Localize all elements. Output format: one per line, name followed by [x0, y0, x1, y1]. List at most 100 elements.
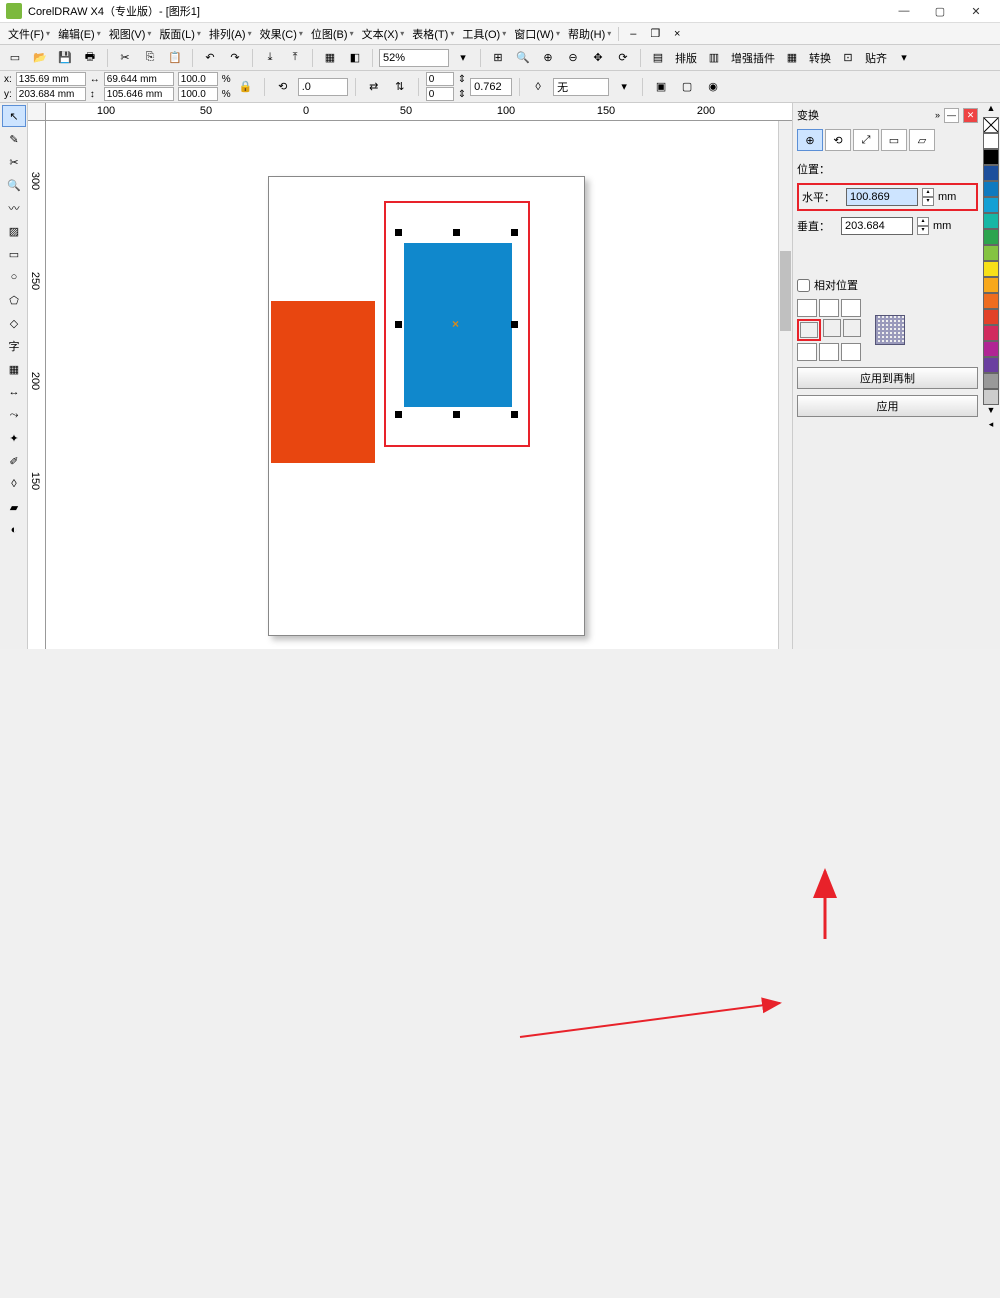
swatch-10[interactable] — [983, 293, 999, 309]
to-back-icon[interactable]: ▢ — [676, 76, 698, 98]
convert-curve-icon[interactable]: ◉ — [702, 76, 724, 98]
snap-icon[interactable]: ⊞ — [487, 47, 509, 69]
swatch-14[interactable] — [983, 357, 999, 373]
v-spin-down[interactable]: ▾ — [917, 226, 929, 235]
swatch-2[interactable] — [983, 165, 999, 181]
menu-file[interactable]: 文件(F)▾ — [4, 24, 54, 44]
cut-icon[interactable]: ✂ — [114, 47, 136, 69]
dimension-tool-icon[interactable]: ↔ — [2, 381, 26, 403]
palette-up-icon[interactable]: ▲ — [982, 103, 1000, 117]
align-icon[interactable]: ⊡ — [837, 47, 859, 69]
anchor-tc[interactable] — [819, 299, 839, 317]
undo-icon[interactable]: ↶ — [199, 47, 221, 69]
smart-fill-icon[interactable]: ▨ — [2, 220, 26, 242]
convert-icon[interactable]: ▦ — [781, 47, 803, 69]
pick-tool-icon[interactable]: ↖ — [2, 105, 26, 127]
dock-expand-icon[interactable]: » — [935, 110, 940, 120]
handle-w[interactable] — [395, 321, 402, 328]
anchor-tr[interactable] — [841, 299, 861, 317]
y-input[interactable] — [16, 87, 86, 101]
btn-paiban[interactable]: 排版 — [672, 50, 700, 66]
swatch-12[interactable] — [983, 325, 999, 341]
h-spin-up[interactable]: ▴ — [922, 188, 934, 197]
copy-icon[interactable]: ⎘ — [139, 47, 161, 69]
import-icon[interactable]: ⤓ — [259, 47, 281, 69]
canvas[interactable]: × — [46, 121, 792, 649]
swatch-9[interactable] — [983, 277, 999, 293]
palette-down-icon[interactable]: ▼ — [982, 405, 1000, 419]
outline-icon[interactable]: ◊ — [527, 76, 549, 98]
apply-duplicate-button[interactable]: 应用到再制 — [797, 367, 978, 389]
h-spin-down[interactable]: ▾ — [922, 197, 934, 206]
handle-s[interactable] — [453, 411, 460, 418]
swatch-7[interactable] — [983, 245, 999, 261]
height-input[interactable] — [104, 87, 174, 101]
open-icon[interactable]: 📂 — [29, 47, 51, 69]
new-icon[interactable]: ▭ — [4, 47, 26, 69]
relative-checkbox-row[interactable]: 相对位置 — [797, 277, 978, 293]
paste-icon[interactable]: 📋 — [164, 47, 186, 69]
btn-convert[interactable]: 转换 — [806, 50, 834, 66]
angle-input[interactable] — [298, 78, 348, 96]
handle-se[interactable] — [511, 411, 518, 418]
menu-effects[interactable]: 效果(C)▾ — [256, 24, 307, 44]
fill-tool-icon[interactable]: ▰ — [2, 496, 26, 518]
zoom-in-icon[interactable]: ⊕ — [537, 47, 559, 69]
tab-skew-icon[interactable]: ▱ — [909, 129, 935, 151]
swatch-5[interactable] — [983, 213, 999, 229]
dock-pin-icon[interactable]: — — [944, 108, 959, 123]
menu-table[interactable]: 表格(T)▾ — [408, 24, 458, 44]
swatch-15[interactable] — [983, 373, 999, 389]
doc-minimize-icon[interactable]: – — [622, 23, 644, 45]
close-button[interactable]: ✕ — [958, 0, 994, 23]
tab-position-icon[interactable]: ⊕ — [797, 129, 823, 151]
fill-dropdown-icon[interactable]: ▾ — [613, 76, 635, 98]
app-launcher-icon[interactable]: ▦ — [319, 47, 341, 69]
tab-rotate-icon[interactable]: ⟲ — [825, 129, 851, 151]
plugin-icon[interactable]: ▥ — [703, 47, 725, 69]
corner-y-input[interactable] — [426, 87, 454, 101]
refresh-icon[interactable]: ⟳ — [612, 47, 634, 69]
text-tool-icon[interactable]: 字 — [2, 335, 26, 357]
scale-y-input[interactable] — [178, 87, 218, 101]
v-spin-up[interactable]: ▴ — [917, 217, 929, 226]
anchor-ml[interactable] — [800, 322, 818, 338]
effects-tool-icon[interactable]: ✦ — [2, 427, 26, 449]
rectangle-tool-icon[interactable]: ▭ — [2, 243, 26, 265]
handle-e[interactable] — [511, 321, 518, 328]
scale-x-input[interactable] — [178, 72, 218, 86]
swatch-none[interactable] — [983, 117, 999, 133]
swatch-13[interactable] — [983, 341, 999, 357]
mirror-h-icon[interactable]: ⇄ — [363, 76, 385, 98]
export-icon[interactable]: ⤒ — [284, 47, 306, 69]
relative-checkbox[interactable] — [797, 279, 810, 292]
handle-ne[interactable] — [511, 229, 518, 236]
handle-sw[interactable] — [395, 411, 402, 418]
ruler-horizontal[interactable]: 100 50 0 50 100 150 200 — [46, 103, 792, 121]
x-input[interactable] — [16, 72, 86, 86]
anchor-bl[interactable] — [797, 343, 817, 361]
anchor-tl[interactable] — [797, 299, 817, 317]
lock-ratio-icon[interactable]: 🔒 — [235, 76, 257, 98]
ext-input[interactable] — [470, 78, 512, 96]
swatch-3[interactable] — [983, 181, 999, 197]
search-icon[interactable]: 🔍 — [512, 47, 534, 69]
basic-shape-icon[interactable]: ◇ — [2, 312, 26, 334]
menu-window[interactable]: 窗口(W)▾ — [510, 24, 564, 44]
vertical-input[interactable] — [841, 217, 913, 235]
swatch-1[interactable] — [983, 149, 999, 165]
menu-view[interactable]: 视图(V)▾ — [105, 24, 156, 44]
palette-flyout-icon[interactable]: ◂ — [982, 419, 1000, 433]
zoom-input[interactable] — [379, 49, 449, 67]
eyedropper-tool-icon[interactable]: ✐ — [2, 450, 26, 472]
connector-tool-icon[interactable]: ⤳ — [2, 404, 26, 426]
polygon-tool-icon[interactable]: ⬠ — [2, 289, 26, 311]
zoom-out-icon[interactable]: ⊖ — [562, 47, 584, 69]
rotate-icon[interactable]: ⟲ — [272, 76, 294, 98]
horizontal-input[interactable] — [846, 188, 918, 206]
anchor-br[interactable] — [841, 343, 861, 361]
dock-close-icon[interactable]: ✕ — [963, 108, 978, 123]
zoom-dropdown-icon[interactable]: ▾ — [452, 47, 474, 69]
tab-scale-icon[interactable]: ⤢ — [853, 129, 879, 151]
handle-nw[interactable] — [395, 229, 402, 236]
